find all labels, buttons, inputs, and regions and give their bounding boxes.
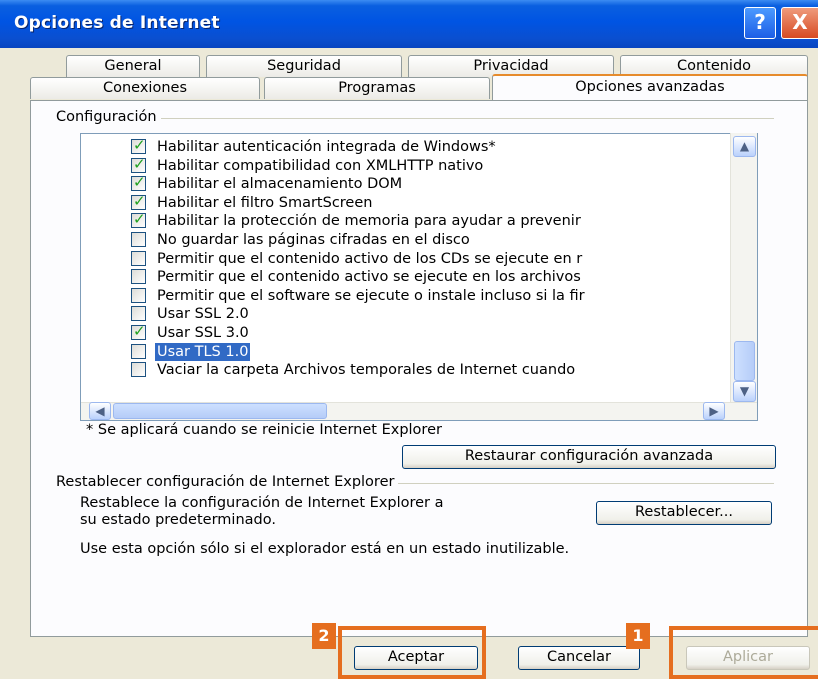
setting-row[interactable]: Usar TLS 1.0: [131, 342, 731, 362]
setting-row[interactable]: ✓ Habilitar el almacenamiento DOM: [131, 175, 731, 194]
settings-group-label: Configuración: [56, 109, 161, 125]
setting-checkbox[interactable]: ✓: [131, 212, 146, 229]
setting-label: Permitir que el contenido activo de los …: [157, 250, 583, 267]
reset-group-label: Restablecer configuración de Internet Ex…: [56, 474, 399, 490]
reset-button[interactable]: Restablecer...: [596, 501, 772, 525]
scroll-up-arrow-icon[interactable]: ▲: [733, 136, 756, 157]
setting-label: No guardar las páginas cifradas en el di…: [157, 232, 470, 248]
setting-label: Habilitar el almacenamiento DOM: [157, 176, 403, 193]
checkmark-icon: ✓: [133, 212, 146, 229]
setting-checkbox[interactable]: [131, 287, 146, 303]
setting-label: Usar SSL 3.0: [157, 325, 249, 341]
tab-programas[interactable]: Programas: [264, 77, 490, 99]
vertical-scrollbar[interactable]: ▲ ▼: [730, 133, 757, 405]
setting-checkbox[interactable]: ✓: [131, 138, 146, 154]
setting-row[interactable]: No guardar las páginas cifradas en el di…: [131, 231, 731, 250]
setting-checkbox[interactable]: [131, 343, 146, 359]
setting-checkbox[interactable]: [131, 250, 146, 266]
setting-checkbox[interactable]: [131, 362, 146, 378]
restore-advanced-button[interactable]: Restaurar configuración avanzada: [402, 445, 776, 469]
checkmark-icon: ✓: [133, 138, 146, 154]
step-2-badge: 2: [312, 623, 336, 649]
help-button[interactable]: ?: [744, 7, 776, 39]
checkmark-icon: ✓: [133, 193, 146, 210]
scroll-left-arrow-icon[interactable]: ◀: [89, 402, 111, 420]
reset-description-line1: Restablece la configuración de Internet …: [80, 495, 444, 511]
setting-row[interactable]: ✓ Usar SSL 3.0: [131, 324, 731, 343]
setting-label: Permitir que el contenido activo se ejec…: [157, 269, 581, 286]
restart-note: * Se aplicará cuando se reinicie Interne…: [86, 422, 442, 438]
setting-checkbox[interactable]: ✓: [131, 193, 146, 210]
setting-row[interactable]: ✓ Habilitar autenticación integrada de Wi…: [131, 138, 731, 157]
setting-row[interactable]: ✓ Habilitar compatibilidad con XMLHTTP na…: [131, 157, 731, 176]
setting-row[interactable]: Permitir que el software se ejecute o in…: [131, 287, 731, 306]
internet-options-dialog: Opciones de Internet ? X General Segurid…: [0, 0, 818, 679]
setting-label: Habilitar la protección de memoria para …: [157, 213, 581, 230]
setting-checkbox[interactable]: ✓: [131, 324, 146, 340]
tab-general[interactable]: General: [66, 55, 200, 77]
setting-label: Usar SSL 2.0: [157, 306, 249, 323]
horizontal-scroll-thumb[interactable]: [113, 403, 327, 419]
scroll-right-arrow-icon[interactable]: ▶: [703, 402, 725, 420]
vertical-scroll-thumb[interactable]: [734, 341, 755, 381]
setting-row[interactable]: ✓ Habilitar el filtro SmartScreen: [131, 194, 731, 213]
checkmark-icon: ✓: [133, 324, 146, 340]
tab-seguridad[interactable]: Seguridad: [206, 55, 402, 77]
setting-label: Vaciar la carpeta Archivos temporales de…: [157, 362, 576, 379]
setting-label: Habilitar compatibilidad con XMLHTTP nat…: [157, 157, 484, 174]
cancel-button[interactable]: Cancelar: [518, 646, 640, 670]
setting-row[interactable]: ✓ Habilitar la protección de memoria para…: [131, 212, 731, 231]
setting-row[interactable]: Permitir que el contenido activo se ejec…: [131, 268, 731, 287]
horizontal-scrollbar[interactable]: ◀ ▶: [81, 402, 757, 420]
scroll-down-arrow-icon[interactable]: ▼: [733, 381, 756, 402]
setting-checkbox[interactable]: [131, 306, 146, 322]
window-title: Opciones de Internet: [14, 13, 220, 33]
setting-label: Habilitar el filtro SmartScreen: [157, 194, 373, 211]
setting-label: Usar TLS 1.0: [155, 342, 251, 361]
setting-row[interactable]: Usar SSL 2.0: [131, 305, 731, 324]
setting-checkbox[interactable]: [131, 232, 146, 247]
checkmark-icon: ✓: [133, 175, 146, 192]
setting-checkbox[interactable]: ✓: [131, 175, 146, 192]
setting-row[interactable]: Vaciar la carpeta Archivos temporales de…: [131, 361, 731, 380]
setting-checkbox[interactable]: [131, 269, 146, 285]
setting-label: Permitir que el software se ejecute o in…: [157, 287, 585, 304]
title-bar[interactable]: Opciones de Internet ? X: [0, 0, 818, 48]
tab-opciones-avanzadas[interactable]: Opciones avanzadas: [492, 74, 808, 100]
apply-highlight-box: [669, 626, 818, 679]
checkmark-icon: ✓: [133, 156, 146, 173]
setting-label: Habilitar autenticación integrada de Win…: [157, 139, 496, 155]
reset-description-line2: su estado predeterminado.: [80, 512, 276, 528]
close-button[interactable]: X: [781, 7, 818, 39]
setting-row[interactable]: Permitir que el contenido activo de los …: [131, 250, 731, 269]
tab-conexiones[interactable]: Conexiones: [30, 77, 260, 99]
step-1-badge: 1: [626, 623, 650, 649]
group-divider: [62, 118, 774, 119]
reset-warning: Use esta opción sólo si el explorador es…: [80, 541, 570, 557]
setting-checkbox[interactable]: ✓: [131, 156, 146, 173]
accept-highlight-box: [338, 626, 486, 679]
settings-list[interactable]: ✓ Habilitar autenticación integrada de Wi…: [80, 133, 758, 421]
